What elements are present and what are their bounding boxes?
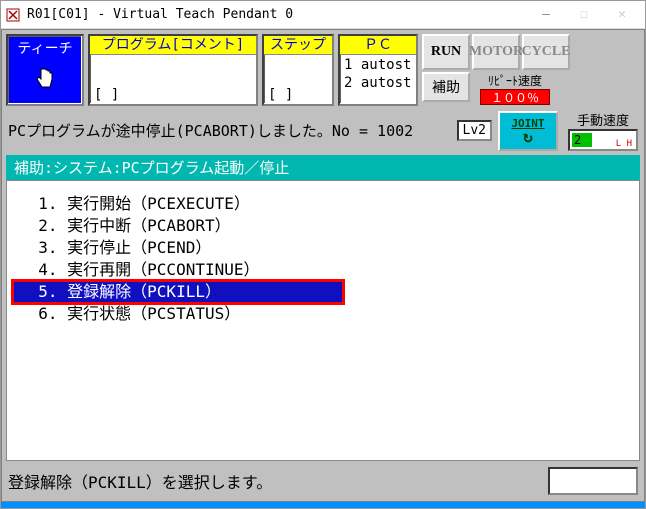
hand-cursor-icon bbox=[31, 64, 59, 92]
step-body: [ ] bbox=[264, 55, 332, 104]
aux-button[interactable]: 補助 bbox=[422, 72, 470, 102]
manual-speed-lh: L H bbox=[616, 139, 632, 149]
main-area: ティーチ プログラム[コメント] [ ] ステップ [ ] ＰＣ 1 autos… bbox=[1, 29, 645, 502]
pc-body: 1 autost 2 autost bbox=[340, 55, 416, 104]
titlebar: R01[C01] - Virtual Teach Pendant 0 — ☐ ✕ bbox=[1, 1, 645, 29]
pc-line-2: 2 autost bbox=[344, 74, 412, 92]
bottom-accent-bar bbox=[1, 502, 645, 508]
prompt-input[interactable] bbox=[548, 467, 638, 495]
mode-buttons: RUN MOTOR CYCLE bbox=[422, 34, 570, 70]
menu-item-4[interactable]: 4. 実行再開（PCCONTINUE） bbox=[13, 259, 633, 281]
pc-panel[interactable]: ＰＣ 1 autost 2 autost bbox=[338, 34, 418, 106]
step-head: ステップ bbox=[264, 36, 332, 55]
window-title: R01[C01] - Virtual Teach Pendant 0 bbox=[27, 7, 293, 22]
maximize-button[interactable]: ☐ bbox=[565, 3, 603, 27]
repeat-speed-value[interactable]: １００％ bbox=[480, 89, 550, 105]
repeat-speed: ﾘﾋﾟｰﾄ速度 １００％ bbox=[480, 72, 550, 105]
menu-item-6[interactable]: 6. 実行状態（PCSTATUS） bbox=[13, 303, 633, 325]
program-body: [ ] bbox=[90, 55, 256, 104]
minimize-button[interactable]: — bbox=[527, 3, 565, 27]
joint-button[interactable]: JOINT ↻ bbox=[498, 111, 558, 151]
manual-speed-label: 手動速度 bbox=[577, 110, 629, 129]
cycle-button[interactable]: CYCLE bbox=[522, 34, 570, 70]
pc-head: ＰＣ bbox=[340, 36, 416, 55]
run-button[interactable]: RUN bbox=[422, 34, 470, 70]
app-window: R01[C01] - Virtual Teach Pendant 0 — ☐ ✕… bbox=[0, 0, 646, 509]
menu-item-3[interactable]: 3. 実行停止（PCEND） bbox=[13, 237, 633, 259]
menu-list: 1. 実行開始（PCEXECUTE） 2. 実行中断（PCABORT） 3. 実… bbox=[6, 180, 640, 461]
prompt-row: 登録解除（PCKILL）を選択します。 bbox=[2, 461, 644, 501]
manual-speed: 手動速度 2 L H bbox=[568, 110, 638, 151]
menu-item-1[interactable]: 1. 実行開始（PCEXECUTE） bbox=[13, 193, 633, 215]
manual-speed-box[interactable]: 2 L H bbox=[568, 129, 638, 151]
teach-panel[interactable]: ティーチ bbox=[6, 34, 84, 106]
level-box[interactable]: Lv2 bbox=[457, 120, 492, 141]
program-head: プログラム[コメント] bbox=[90, 36, 256, 55]
menu-title: 補助:システム:PCプログラム起動／停止 bbox=[6, 155, 640, 180]
teach-label: ティーチ bbox=[17, 38, 72, 58]
program-panel[interactable]: プログラム[コメント] [ ] bbox=[88, 34, 258, 106]
close-button[interactable]: ✕ bbox=[603, 3, 641, 27]
top-panels: ティーチ プログラム[コメント] [ ] ステップ [ ] ＰＣ 1 autos… bbox=[2, 30, 644, 110]
prompt-text: 登録解除（PCKILL）を選択します。 bbox=[8, 469, 272, 493]
repeat-speed-label: ﾘﾋﾟｰﾄ速度 bbox=[488, 72, 542, 89]
manual-speed-value: 2 bbox=[574, 133, 581, 147]
motor-button[interactable]: MOTOR bbox=[472, 34, 520, 70]
step-panel[interactable]: ステップ [ ] bbox=[262, 34, 334, 106]
joint-arrow-icon: ↻ bbox=[523, 130, 533, 144]
window-controls: — ☐ ✕ bbox=[527, 3, 641, 27]
status-row: PCプログラムが途中停止(PCABORT)しました。No = 1002 Lv2 … bbox=[2, 110, 644, 155]
status-message: PCプログラムが途中停止(PCABORT)しました。No = 1002 bbox=[8, 120, 413, 141]
menu-item-2[interactable]: 2. 実行中断（PCABORT） bbox=[13, 215, 633, 237]
pc-line-1: 1 autost bbox=[344, 56, 412, 74]
menu-item-5[interactable]: 5. 登録解除（PCKILL） bbox=[13, 281, 343, 303]
app-icon bbox=[5, 7, 21, 23]
